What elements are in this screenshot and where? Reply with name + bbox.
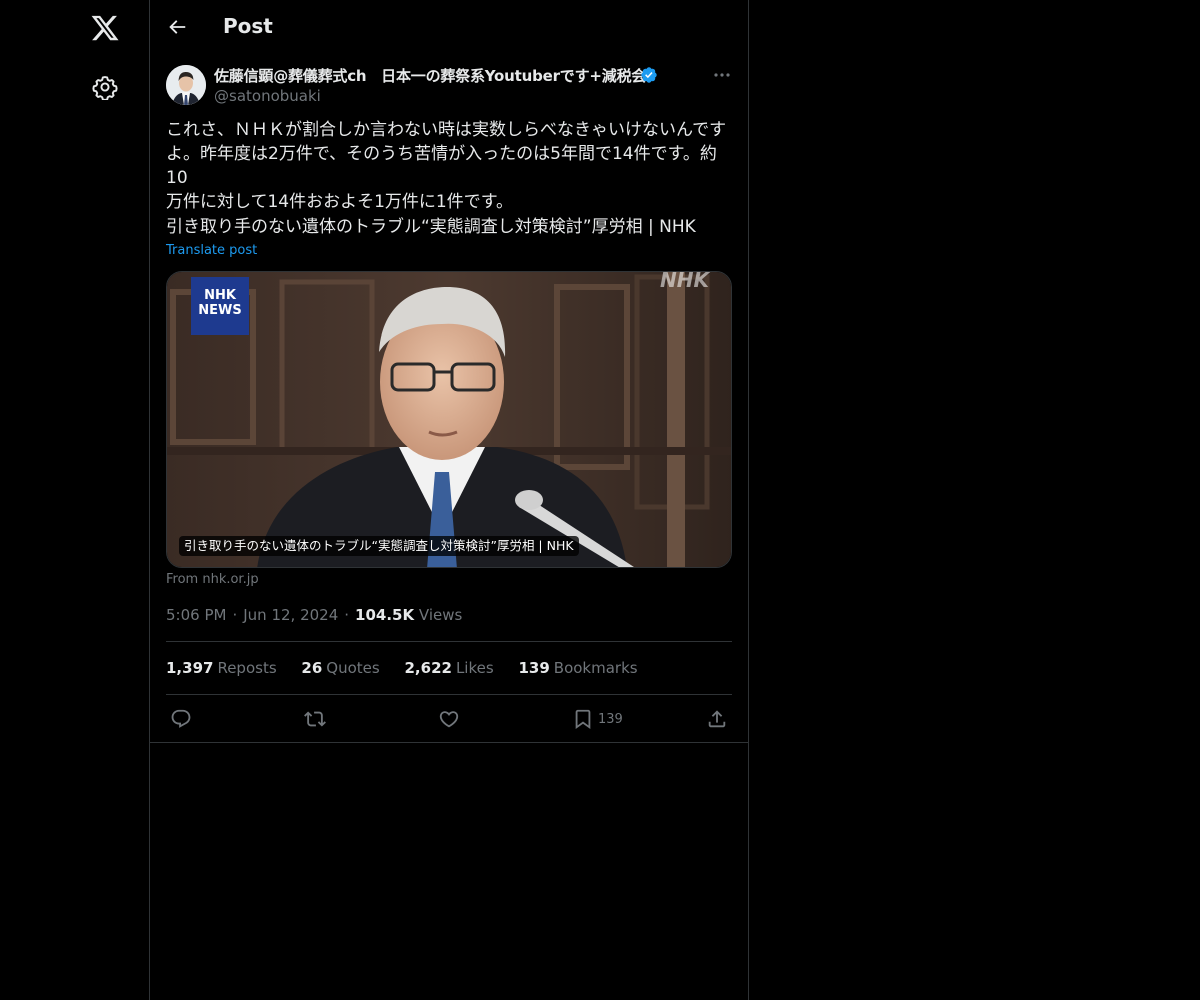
card-caption: 引き取り手のない遺体のトラブル“実態調査し対策検討”厚労相 | NHK	[179, 536, 579, 556]
reply-icon	[171, 709, 191, 728]
divider	[166, 694, 732, 695]
bookmarks-count: 139	[518, 659, 550, 677]
bookmark-icon	[575, 709, 591, 730]
post-text: これさ、ＮＨＫが割合しか言わない時は実数しらべなきゃいけないんです よ。昨年度は…	[166, 120, 727, 212]
reposts-stat[interactable]: 1,397 Reposts	[166, 659, 277, 677]
likes-count: 2,622	[404, 659, 452, 677]
separator-dot: ·	[232, 606, 238, 624]
repost-button[interactable]	[304, 706, 326, 732]
author-handle[interactable]: @satonobuaki	[214, 87, 321, 105]
bookmark-button[interactable]: 139	[572, 706, 623, 732]
quotes-label: Quotes	[326, 659, 380, 677]
post-date[interactable]: Jun 12, 2024	[243, 606, 338, 624]
link-preview-card[interactable]: NHK NEWS NHK 引き取り手のない遺体のトラブル“実態調査し対策検討”厚…	[166, 271, 732, 568]
x-logo-icon[interactable]	[90, 13, 120, 43]
share-button[interactable]	[706, 706, 728, 732]
views-label: Views	[418, 606, 463, 624]
reposts-label: Reposts	[217, 659, 277, 677]
bookmark-count: 139	[598, 711, 623, 727]
repost-icon	[304, 711, 326, 727]
page-title: Post	[223, 14, 273, 38]
badge-line-1: NHK	[204, 288, 236, 303]
reply-button[interactable]	[170, 706, 192, 732]
likes-stat[interactable]: 2,622 Likes	[405, 659, 494, 677]
post-meta: 5:06 PM · Jun 12, 2024 · 104.5K Views	[166, 606, 462, 624]
post-detail-column: Post 佐藤信顕@葬儀葬式ch 日本一の葬祭系Youtuberです+減税会 @…	[149, 0, 749, 1000]
views-count: 104.5K	[355, 606, 415, 624]
action-bar: 139	[150, 706, 748, 732]
nhk-watermark: NHK	[660, 271, 709, 292]
news-thumbnail-image	[167, 272, 731, 567]
reposts-count: 1,397	[166, 659, 214, 677]
bookmarks-stat[interactable]: 139 Bookmarks	[518, 659, 637, 677]
post-time[interactable]: 5:06 PM	[166, 606, 226, 624]
share-icon	[708, 710, 726, 728]
quotes-count: 26	[301, 659, 323, 677]
divider	[166, 641, 732, 642]
verified-badge-icon	[641, 67, 657, 83]
gear-icon[interactable]	[92, 74, 118, 100]
translate-post-link[interactable]: Translate post	[166, 243, 257, 258]
more-options-icon[interactable]	[712, 66, 732, 84]
left-nav-rail	[0, 0, 150, 1000]
heart-icon	[439, 711, 459, 728]
nhk-badge-text: NHK NEWS	[191, 288, 249, 318]
arrow-left-icon[interactable]	[166, 16, 188, 38]
card-source[interactable]: From nhk.or.jp	[166, 572, 259, 587]
post-link-title: 引き取り手のない遺体のトラブル“実態調査し対策検討”厚労相 | NHK	[166, 217, 696, 237]
likes-label: Likes	[455, 659, 494, 677]
separator-dot: ·	[344, 606, 350, 624]
quotes-stat[interactable]: 26 Quotes	[301, 659, 379, 677]
bookmarks-label: Bookmarks	[553, 659, 638, 677]
author-name[interactable]: 佐藤信顕@葬儀葬式ch 日本一の葬祭系Youtuberです+減税会	[214, 65, 646, 86]
engagement-stats: 1,397 Reposts 26 Quotes 2,622 Likes 139 Book…	[166, 659, 658, 679]
badge-line-2: NEWS	[198, 303, 242, 318]
like-button[interactable]	[438, 706, 460, 732]
post-bottom-border	[150, 742, 748, 743]
top-bar: Post	[150, 0, 748, 54]
avatar[interactable]	[166, 65, 206, 105]
